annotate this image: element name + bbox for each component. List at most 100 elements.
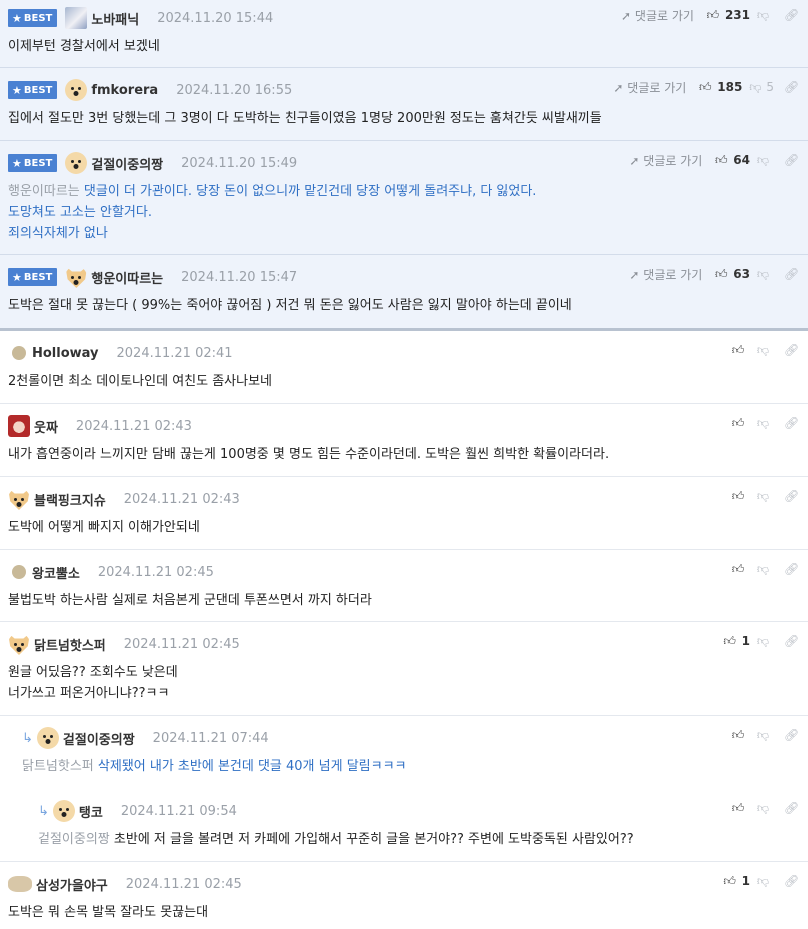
avatar[interactable] xyxy=(8,876,32,892)
comment-date: 2024.11.21 02:45 xyxy=(123,636,240,652)
reply-comment: ↳ 탱코 2024.11.21 09:54 👍︎ 👎︎ 🔗︎ 겉절이중의짱 초반… xyxy=(0,789,808,862)
like-icon[interactable]: 👍︎ xyxy=(731,343,745,358)
dislike-icon[interactable]: 👎︎ xyxy=(756,343,770,358)
avatar[interactable] xyxy=(8,633,30,655)
comment-text: 불법도박 하는사람 실제로 처음본게 군댄데 투폰쓰면서 까지 하더라 xyxy=(8,593,372,608)
like-count: 64 xyxy=(733,153,750,167)
like-count: 63 xyxy=(733,267,750,281)
like-icon[interactable]: 👍︎ xyxy=(714,267,728,282)
dislike-icon[interactable]: 👎︎ xyxy=(756,489,770,504)
link-icon[interactable]: 🔗︎ xyxy=(784,801,799,815)
comment-date: 2024.11.21 02:45 xyxy=(125,876,242,892)
go-to-reply-link[interactable]: ➚ 댓글로 가기 xyxy=(621,7,694,24)
link-icon[interactable]: 🔗︎ xyxy=(784,8,799,22)
best-comment: ★ BEST fmkorera 2024.11.20 16:55 ➚ 댓글로 가기… xyxy=(0,68,808,141)
comment-text: 이제부턴 경찰서에서 보겠네 xyxy=(8,39,160,54)
like-icon[interactable]: 👍︎ xyxy=(723,874,737,889)
link-icon[interactable]: 🔗︎ xyxy=(784,634,799,648)
link-icon[interactable]: 🔗︎ xyxy=(784,874,799,888)
best-badge: ★ BEST xyxy=(8,81,58,99)
go-to-reply-link[interactable]: ➚ 댓글로 가기 xyxy=(613,79,686,96)
avatar[interactable] xyxy=(36,727,59,749)
comment-date: 2024.11.20 15:49 xyxy=(181,155,298,171)
comment: 왕코뿔소 2024.11.21 02:45 👍︎ 👎︎ 🔗︎ 불법도박 하는사람… xyxy=(0,550,808,622)
like-icon[interactable]: 👍︎ xyxy=(731,416,745,431)
dislike-icon[interactable]: 👎︎ xyxy=(756,8,770,23)
like-icon[interactable]: 👍︎ xyxy=(731,489,745,504)
comment-author[interactable]: 블랙핑크지슈 xyxy=(34,490,106,509)
avatar[interactable] xyxy=(8,488,30,510)
comment-author[interactable]: 웃짜 xyxy=(34,417,58,436)
link-icon[interactable]: 🔗︎ xyxy=(784,153,799,167)
send-icon: ➚ xyxy=(613,80,624,95)
link-icon[interactable]: 🔗︎ xyxy=(784,562,799,576)
comment-author[interactable]: 겉절이중의짱 xyxy=(63,729,135,748)
avatar[interactable] xyxy=(65,152,88,174)
like-icon[interactable]: 👍︎ xyxy=(714,153,728,168)
best-comment: ★ BEST 겉절이중의짱 2024.11.20 15:49 ➚ 댓글로 가기 👍… xyxy=(0,141,808,255)
avatar[interactable] xyxy=(65,266,88,288)
dislike-count: 5 xyxy=(766,80,774,94)
dislike-icon[interactable]: 👎︎ xyxy=(756,728,770,743)
comment-text: 도박은 절대 못 끊는다 ( 99%는 죽어야 끊어짐 ) 저건 뭐 돈은 잃어… xyxy=(8,298,572,313)
like-icon[interactable]: 👍︎ xyxy=(731,562,745,577)
like-icon[interactable]: 👍︎ xyxy=(698,80,712,95)
comment-author[interactable]: 행운이따르는 xyxy=(91,268,163,287)
like-count: 185 xyxy=(717,80,743,94)
comment-author[interactable]: 겉절이중의짱 xyxy=(91,154,163,173)
comment-text: 2천롤이면 최소 데이토나인데 여친도 좀사나보네 xyxy=(8,374,273,389)
comment-author[interactable]: 왕코뿔소 xyxy=(32,563,80,582)
like-icon[interactable]: 👍︎ xyxy=(706,8,720,23)
comment-author[interactable]: 삼성가을야구 xyxy=(36,875,108,894)
comment-author[interactable]: 탱코 xyxy=(79,802,103,821)
comment-text: 도박에 어떻게 빠지지 이해가안되네 xyxy=(8,520,200,535)
avatar[interactable] xyxy=(52,800,75,822)
mention[interactable]: 겉절이중의짱 xyxy=(38,832,110,847)
avatar[interactable] xyxy=(8,415,30,437)
comment-date: 2024.11.21 02:41 xyxy=(116,345,233,361)
comment-author[interactable]: Holloway xyxy=(32,346,99,361)
mention[interactable]: 행운이따르는 xyxy=(8,184,80,199)
link-icon[interactable]: 🔗︎ xyxy=(784,343,799,357)
avatar[interactable] xyxy=(65,79,88,101)
like-icon[interactable]: 👍︎ xyxy=(723,634,737,649)
comment-author[interactable]: 노바패닉 xyxy=(91,9,139,28)
comment-text: 도박은 뭐 손목 발목 잘라도 못끊는대 xyxy=(8,905,209,920)
link-icon[interactable]: 🔗︎ xyxy=(784,80,799,94)
link-icon[interactable]: 🔗︎ xyxy=(784,489,799,503)
reply-comment: ↳ 겉절이중의짱 2024.11.21 07:44 👍︎ 👎︎ 🔗︎ 닭트넘핫스… xyxy=(0,716,808,789)
comment-date: 2024.11.21 02:43 xyxy=(123,491,240,507)
avatar[interactable] xyxy=(65,7,88,29)
like-count: 1 xyxy=(741,874,750,888)
dislike-icon[interactable]: 👎︎ xyxy=(756,874,770,889)
dislike-icon[interactable]: 👎︎ xyxy=(756,634,770,649)
dislike-icon[interactable]: 👎︎ xyxy=(756,153,770,168)
comment-text: 닭트넘핫스퍼 삭제됐어 내가 초반에 본건데 댓글 40개 넘게 달림ㅋㅋㅋ xyxy=(22,759,407,774)
link-icon[interactable]: 🔗︎ xyxy=(784,267,799,281)
comment: 웃짜 2024.11.21 02:43 👍︎ 👎︎ 🔗︎ 내가 흡연중이라 느끼… xyxy=(0,404,808,477)
comment-author[interactable]: fmkorera xyxy=(91,83,158,98)
dislike-icon[interactable]: 👎︎ xyxy=(748,80,762,95)
go-to-reply-link[interactable]: ➚ 댓글로 가기 xyxy=(629,152,702,169)
best-badge: ★ BEST xyxy=(8,154,58,172)
avatar[interactable] xyxy=(12,565,26,579)
link-icon[interactable]: 🔗︎ xyxy=(784,728,799,742)
link-icon[interactable]: 🔗︎ xyxy=(784,416,799,430)
comment-date: 2024.11.21 09:54 xyxy=(120,803,237,819)
dislike-icon[interactable]: 👎︎ xyxy=(756,562,770,577)
go-to-reply-link[interactable]: ➚ 댓글로 가기 xyxy=(629,266,702,283)
like-count: 1 xyxy=(741,634,750,648)
comment-text: 내가 흡연중이라 느끼지만 담배 끊는게 100명중 몇 명도 힘든 수준이라던… xyxy=(8,447,610,462)
mention[interactable]: 닭트넘핫스퍼 xyxy=(22,759,94,774)
like-icon[interactable]: 👍︎ xyxy=(731,801,745,816)
like-count: 231 xyxy=(724,8,750,22)
comment: 닭트넘핫스퍼 2024.11.21 02:45 👍︎ 1 👎︎ 🔗︎ 원글 어딨음… xyxy=(0,622,808,716)
avatar[interactable] xyxy=(12,346,26,360)
dislike-icon[interactable]: 👎︎ xyxy=(756,416,770,431)
star-icon: ★ xyxy=(12,156,22,170)
dislike-icon[interactable]: 👎︎ xyxy=(756,267,770,282)
dislike-icon[interactable]: 👎︎ xyxy=(756,801,770,816)
comment-author[interactable]: 닭트넘핫스퍼 xyxy=(34,635,106,654)
like-icon[interactable]: 👍︎ xyxy=(731,728,745,743)
star-icon: ★ xyxy=(12,11,22,25)
